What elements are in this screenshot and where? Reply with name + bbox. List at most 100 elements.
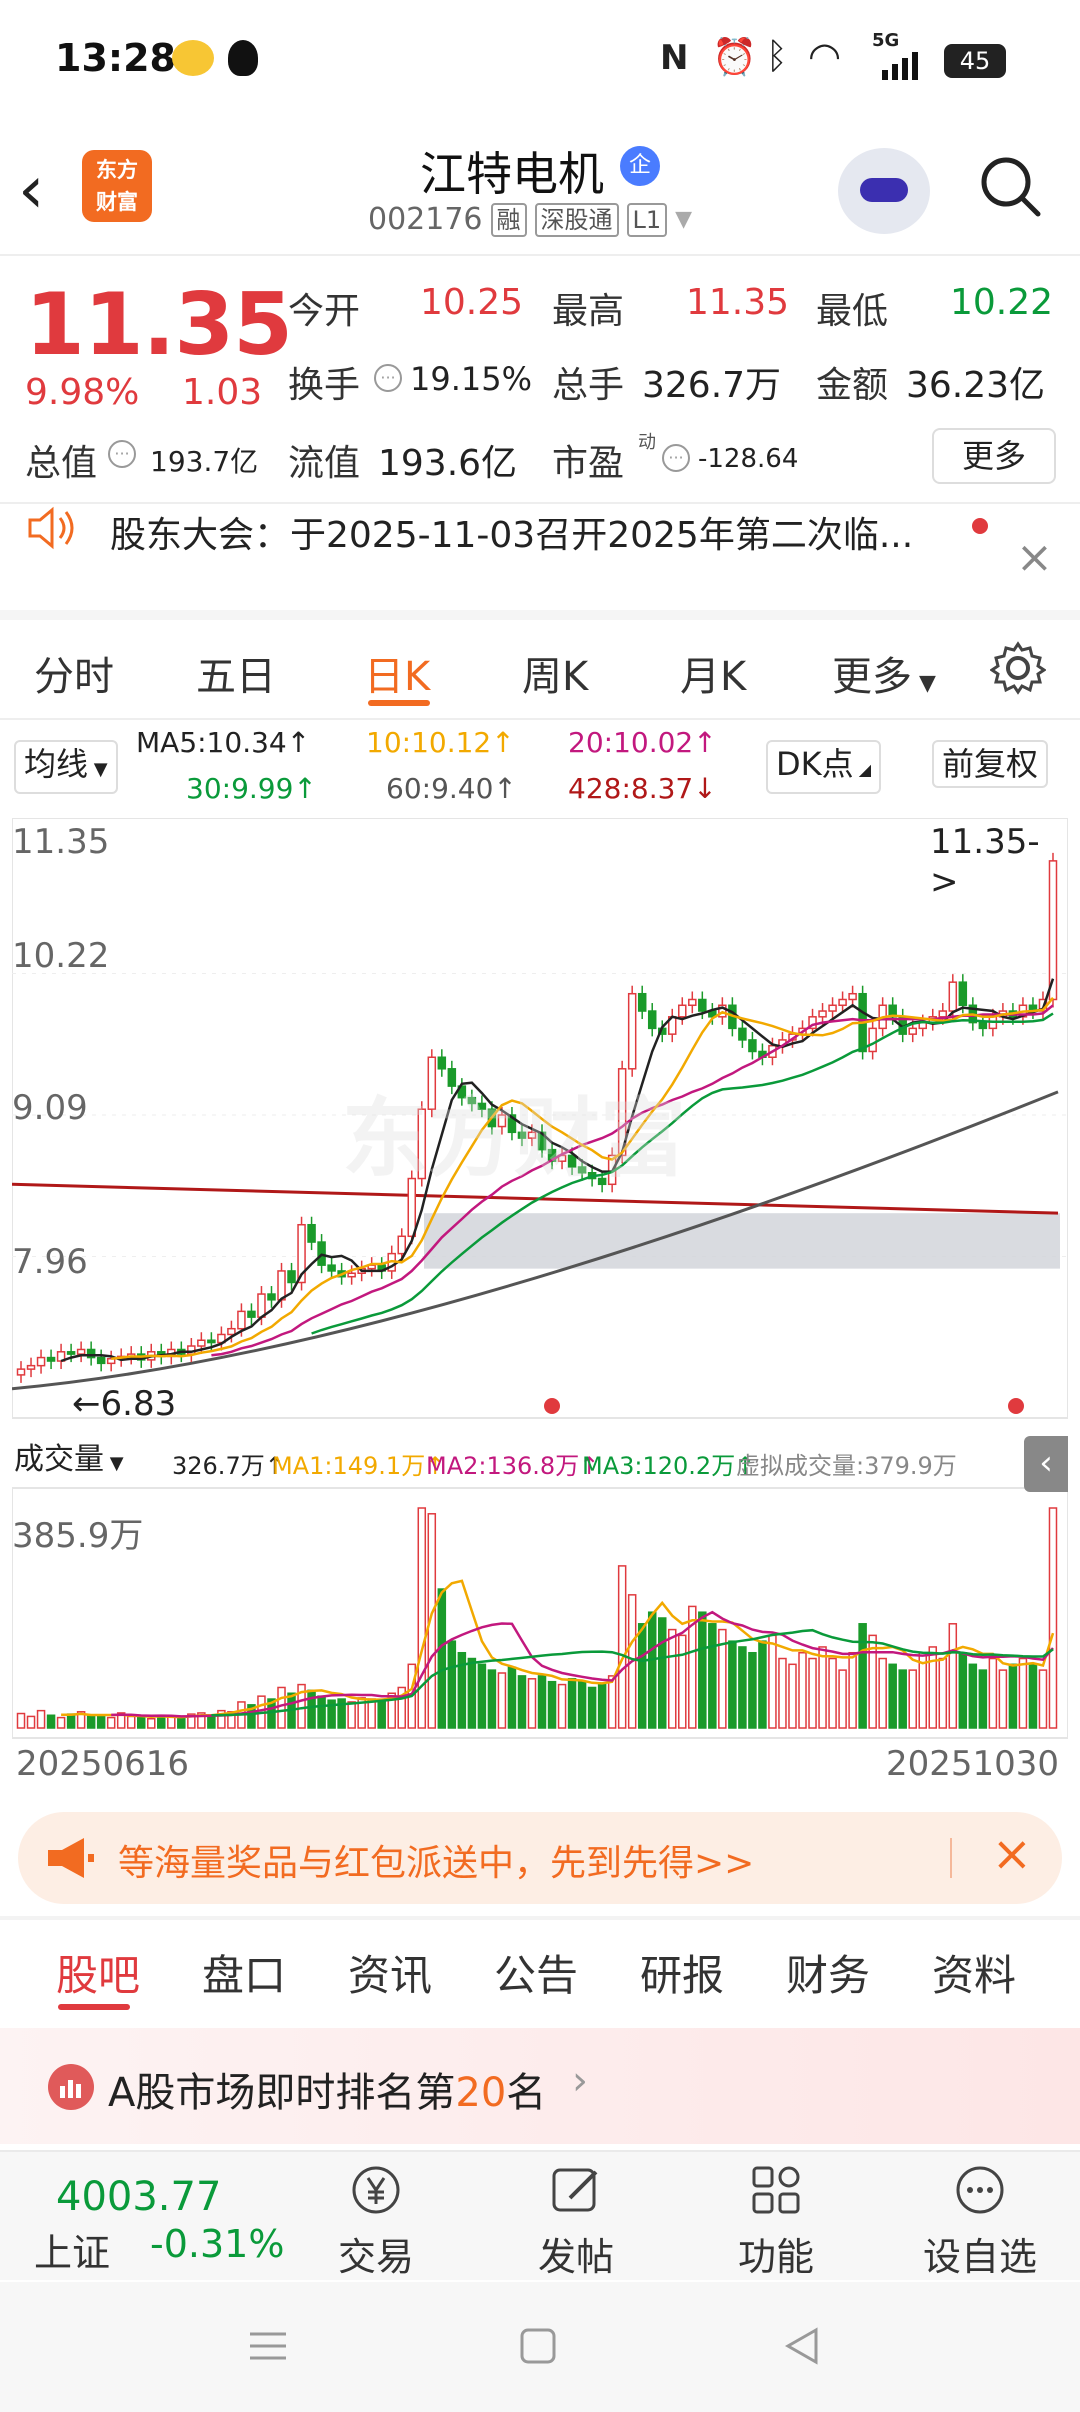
- features-button[interactable]: 功能: [706, 2162, 846, 2281]
- candle-body: [327, 1264, 336, 1272]
- volume-bar: [467, 1657, 477, 1729]
- tab-guba[interactable]: 股吧: [56, 1942, 140, 2003]
- trade-button[interactable]: 交易: [306, 2162, 446, 2281]
- volume-bar: [317, 1695, 326, 1729]
- info-icon[interactable]: ···: [374, 364, 402, 392]
- tab-weekly-k[interactable]: 周K: [522, 644, 588, 702]
- candle-body: [748, 1039, 757, 1053]
- ma5-value: MA5:10.34↑: [136, 726, 311, 759]
- index-name[interactable]: 上证: [34, 2222, 110, 2277]
- menu-icon[interactable]: [248, 2326, 288, 2370]
- kline-chart-svg: [11, 817, 1069, 1739]
- bluetooth-icon: ᛒ: [766, 36, 788, 77]
- tab-daily-k[interactable]: 日K: [364, 644, 430, 702]
- mktcap-value: 193.7亿: [150, 445, 259, 478]
- volume-bar: [437, 1588, 447, 1729]
- level-tag: L1: [626, 202, 668, 237]
- volume-bar: [277, 1686, 286, 1729]
- candle-body: [207, 1339, 216, 1344]
- stock-code-row[interactable]: 002176 融 深股通 L1 ▼: [368, 202, 692, 237]
- volume-bar: [537, 1675, 547, 1729]
- amount-label: 金额: [816, 365, 889, 406]
- volume-bar: [607, 1675, 617, 1729]
- volume-bar: [126, 1715, 136, 1729]
- logo-line1: 东方: [96, 158, 138, 182]
- volume-bar: [758, 1640, 767, 1729]
- volume-bar: [637, 1623, 647, 1729]
- volume-bar: [56, 1716, 66, 1729]
- dk-point-button[interactable]: DK点 ◢: [766, 740, 882, 794]
- tab-five-day[interactable]: 五日: [196, 644, 276, 702]
- settings-gear-icon[interactable]: [989, 640, 1047, 696]
- edit-icon: [552, 2168, 598, 2212]
- info-icon[interactable]: ···: [108, 440, 136, 468]
- low-marker: ←6.83: [72, 1384, 177, 1424]
- alarm-icon: ⏰: [712, 37, 757, 78]
- volume-bar: [1018, 1657, 1028, 1729]
- candle-body: [277, 1270, 286, 1301]
- volume-bar: [938, 1657, 948, 1729]
- eastmoney-logo[interactable]: 东方 财富: [82, 150, 152, 222]
- home-icon[interactable]: [518, 2326, 558, 2370]
- weibo-icon: [172, 40, 214, 76]
- turnover-label: 换手: [288, 365, 361, 406]
- ma20-value: 20:10.02↑: [568, 726, 717, 759]
- back-button[interactable]: ‹: [18, 150, 78, 230]
- volume-bar: [487, 1669, 497, 1729]
- y-tick-label: 10.22: [12, 936, 110, 976]
- assistant-robot-icon[interactable]: [838, 148, 930, 234]
- notice-bar[interactable]: 股东大会：于2025-11-03召开2025年第二次临... ×: [0, 502, 1080, 612]
- close-icon[interactable]: ×: [1016, 532, 1053, 583]
- y-tick-label: 7.96: [12, 1242, 88, 1282]
- status-bar: 13:28 N ⏰ ᛒ ◠ 5G 45: [0, 0, 1080, 120]
- connect-tag: 深股通: [534, 202, 619, 237]
- tab-pankou[interactable]: 盘口: [202, 1942, 286, 2003]
- promo-text: 等海量奖品与红包派送中，先到先得>>: [118, 1843, 755, 1884]
- chevron-down-icon: ▼: [675, 207, 693, 232]
- volume-bar: [517, 1675, 527, 1729]
- volume-ma2: MA2:136.8万↑: [426, 1452, 600, 1480]
- index-value[interactable]: 4003.77: [56, 2174, 221, 2220]
- tab-profile[interactable]: 资料: [932, 1942, 1016, 2003]
- wifi-icon: ◠: [808, 34, 842, 78]
- search-icon[interactable]: [976, 152, 1042, 218]
- index-change[interactable]: -0.31%: [150, 2222, 284, 2266]
- adjust-button[interactable]: 前复权: [932, 740, 1049, 788]
- info-icon[interactable]: ···: [662, 444, 690, 472]
- volume-bar: [778, 1657, 787, 1729]
- volume-bar: [557, 1683, 567, 1729]
- volume-selector[interactable]: 成交量 ▼: [14, 1438, 124, 1486]
- tab-more[interactable]: 更多 ▼: [832, 644, 936, 702]
- tab-news[interactable]: 资讯: [348, 1942, 432, 2003]
- low-value: 10.22: [950, 282, 1054, 323]
- tab-finance[interactable]: 财务: [786, 1942, 870, 2003]
- candle-body: [738, 1027, 747, 1041]
- amount-value: 36.23亿: [906, 365, 1046, 406]
- candle-body: [828, 1004, 837, 1012]
- more-button[interactable]: 更多: [932, 428, 1056, 484]
- volume-bar: [1048, 1507, 1058, 1729]
- ma-selector[interactable]: 均线 ▼: [14, 740, 118, 794]
- trade-label: 交易: [337, 2235, 414, 2279]
- rank-banner[interactable]: A股市场即时排名第20名 ›: [0, 2028, 1080, 2144]
- kline-chart[interactable]: 11.35 10.22 9.09 7.96 11.35-> ←6.83 东方财富…: [11, 817, 1069, 1848]
- volume-bar: [417, 1507, 427, 1729]
- tab-monthly-k[interactable]: 月K: [680, 644, 746, 702]
- back-nav-icon[interactable]: [782, 2326, 822, 2370]
- post-button[interactable]: 发帖: [506, 2162, 646, 2281]
- volume-bar: [587, 1686, 597, 1729]
- candle-body: [908, 1027, 917, 1035]
- close-icon[interactable]: ×: [992, 1826, 1032, 1882]
- volume-bar: [377, 1699, 386, 1729]
- tab-intraday[interactable]: 分时: [34, 644, 114, 702]
- low-marker-value: 6.83: [100, 1384, 177, 1424]
- volume-bar: [477, 1663, 487, 1729]
- collapse-panel-button[interactable]: ‹: [1024, 1436, 1068, 1492]
- ranking-chart-icon: [48, 2064, 94, 2110]
- promo-banner[interactable]: 等海量奖品与红包派送中，先到先得>> ×: [18, 1812, 1062, 1904]
- watchlist-button[interactable]: 设自选: [910, 2162, 1050, 2281]
- active-tab-indicator: [58, 2004, 130, 2010]
- volume-bar: [46, 1714, 56, 1729]
- tab-research[interactable]: 研报: [640, 1942, 724, 2003]
- tab-announcements[interactable]: 公告: [494, 1942, 578, 2003]
